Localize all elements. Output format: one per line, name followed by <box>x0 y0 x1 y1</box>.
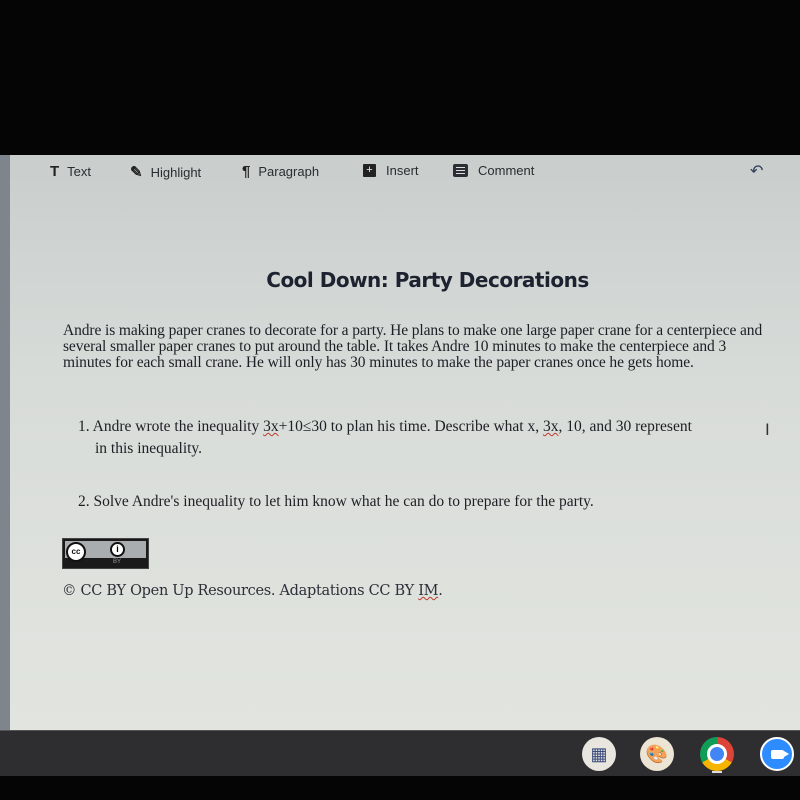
copyright-text: © CC BY Open Up Resources. Adaptations C… <box>62 583 419 599</box>
zoom-app-icon[interactable] <box>760 737 794 771</box>
toolbar-label: Paragraph <box>258 164 320 179</box>
question-text: +10≤30 <box>278 418 327 435</box>
question-text-line2: in this inequality. <box>95 440 203 457</box>
question-text: Andre wrote the inequality <box>92 418 264 435</box>
toolbar-label: Insert <box>386 163 419 178</box>
toolbar-label: Highlight <box>150 164 202 180</box>
copyright-text: . <box>438 583 443 599</box>
document-title: Cool Down: Party Decorations <box>266 268 589 292</box>
question-1: 1. Andre wrote the inequality 3x+10≤30 t… <box>78 416 798 460</box>
camera-icon <box>770 749 789 759</box>
cc-by-license-badge[interactable]: cc i BY <box>62 538 149 569</box>
chrome-center <box>707 744 727 764</box>
plus-box-icon: + <box>363 164 376 177</box>
problem-paragraph: Andre is making paper cranes to decorate… <box>63 322 763 371</box>
question-2: 2. Solve Andre's inequality to let him k… <box>78 491 594 513</box>
document-window: T Text ✎ Highlight ¶ Paragraph + Insert … <box>0 155 800 730</box>
question-number: 2. <box>78 493 90 510</box>
question-number: 1. <box>78 418 90 435</box>
undo-icon[interactable]: ↶ <box>750 161 763 181</box>
toolbar-text-button[interactable]: T Text <box>50 163 91 180</box>
question-text: Solve Andre's inequality to let him know… <box>93 493 594 510</box>
paragraph-icon: ¶ <box>242 163 251 180</box>
by-label: BY <box>113 559 122 565</box>
active-app-indicator <box>712 771 722 773</box>
text-icon: T <box>50 163 60 180</box>
highlighter-icon: ✎ <box>130 164 143 181</box>
comment-icon <box>453 164 468 177</box>
chrome-app-icon[interactable] <box>700 737 734 771</box>
calculator-app-icon[interactable]: ▦ <box>582 737 616 771</box>
copyright-notice: © CC BY Open Up Resources. Adaptations C… <box>62 583 443 599</box>
paint-app-icon[interactable]: 🎨 <box>640 737 674 771</box>
toolbar-label: Text <box>67 164 92 179</box>
spellcheck-word: 3x <box>263 418 279 435</box>
toolbar-label: Comment <box>478 163 535 178</box>
toolbar-highlight-button[interactable]: ✎ Highlight <box>130 163 201 181</box>
toolbar-paragraph-button[interactable]: ¶ Paragraph <box>242 163 319 180</box>
spellcheck-word: IM <box>418 583 439 599</box>
toolbar-comment-button[interactable]: Comment <box>453 163 534 178</box>
cc-icon: cc <box>66 542 86 562</box>
os-shelf: ▦ 🎨 <box>0 730 800 776</box>
attribution-icon: i <box>110 542 125 557</box>
window-edge <box>0 155 10 730</box>
question-text: , 10, and 30 represent <box>558 418 692 435</box>
editor-toolbar: T Text ✎ Highlight ¶ Paragraph + Insert … <box>10 155 800 191</box>
toolbar-insert-button[interactable]: + Insert <box>363 163 419 178</box>
text-cursor-icon: I <box>765 420 770 439</box>
question-text: to plan his time. Describe what x, <box>326 418 543 435</box>
spellcheck-word: 3x <box>542 418 559 435</box>
